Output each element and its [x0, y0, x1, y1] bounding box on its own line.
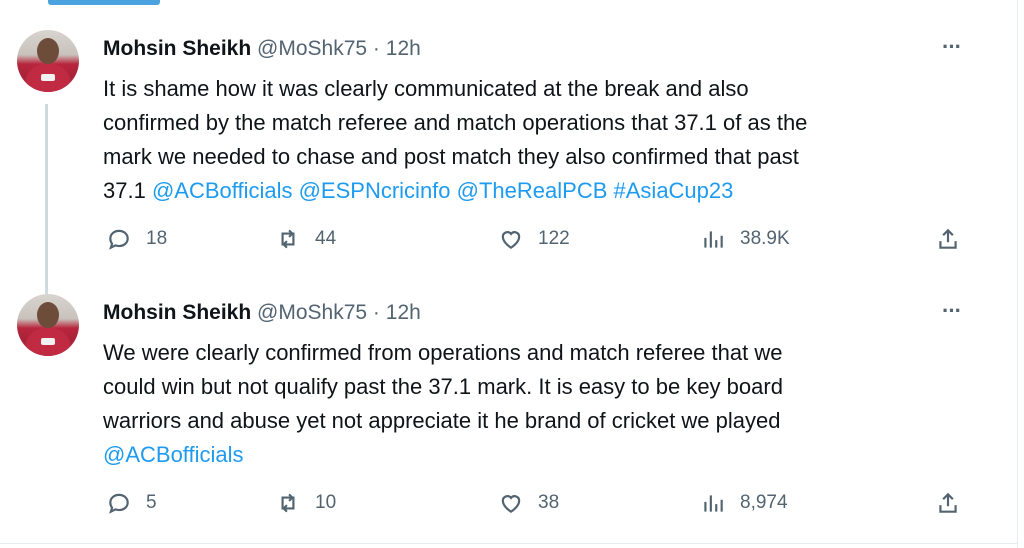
- reply-count: 5: [146, 492, 157, 513]
- views-count: 8,974: [740, 492, 788, 513]
- reply-count: 18: [146, 228, 168, 249]
- mention-link[interactable]: @ACBofficials: [103, 442, 244, 467]
- views-button[interactable]: 8,974: [700, 490, 788, 516]
- retweet-icon: [281, 493, 295, 513]
- more-icon[interactable]: ···: [942, 36, 962, 58]
- tweet-text-line: It is shame how it was clearly communica…: [103, 76, 749, 101]
- mention-link[interactable]: @TheRealPCB: [457, 178, 608, 203]
- tweet-text: It is shame how it was clearly communica…: [103, 72, 963, 208]
- top-accent-bar: [48, 0, 160, 5]
- tweet-actions: 18 44 122 38.9K: [100, 226, 970, 256]
- views-icon: [704, 231, 723, 248]
- author-handle[interactable]: @MoShk75: [257, 301, 367, 324]
- views-icon: [704, 495, 723, 512]
- bottom-border: [0, 543, 1018, 544]
- like-button[interactable]: 38: [498, 490, 559, 516]
- share-icon: [939, 228, 957, 249]
- timestamp[interactable]: 12h: [386, 37, 421, 60]
- tweet-text-line: confirmed by the match referee and match…: [103, 110, 808, 135]
- timestamp[interactable]: 12h: [386, 301, 421, 324]
- heart-icon: [501, 231, 521, 249]
- views-count: 38.9K: [740, 228, 790, 249]
- tweet-text-line: @ACBofficials: [103, 438, 963, 472]
- tweet-text-line: warriors and abuse yet not appreciate it…: [103, 408, 781, 433]
- avatar-logo: [41, 74, 55, 81]
- thread-connector-line: [45, 104, 48, 294]
- heart-icon: [501, 495, 521, 513]
- mention-link[interactable]: @ACBofficials: [152, 178, 293, 203]
- hashtag-link[interactable]: #AsiaCup23: [614, 178, 734, 203]
- more-icon[interactable]: ···: [942, 300, 962, 322]
- reply-icon: [109, 229, 129, 250]
- retweet-count: 44: [315, 228, 337, 249]
- reply-icon: [109, 493, 129, 514]
- author-name[interactable]: Mohsin Sheikh: [103, 301, 251, 324]
- reply-button[interactable]: 5: [106, 490, 157, 516]
- tweet-text-line: could win but not qualify past the 37.1 …: [103, 374, 783, 399]
- views-button[interactable]: 38.9K: [700, 226, 790, 252]
- separator-dot: ·: [372, 301, 380, 324]
- tweet-text-line: 37.1 @ACBofficials @ESPNcricinfo @TheRea…: [103, 174, 963, 208]
- author-handle[interactable]: @MoShk75: [257, 37, 367, 60]
- separator-dot: ·: [372, 37, 380, 60]
- share-button[interactable]: [935, 226, 961, 252]
- tweet-text-line: We were clearly confirmed from operation…: [103, 340, 783, 365]
- avatar-logo: [41, 338, 55, 345]
- like-count: 122: [538, 228, 570, 249]
- retweet-icon: [281, 229, 295, 249]
- share-button[interactable]: [935, 490, 961, 516]
- like-count: 38: [538, 492, 560, 513]
- tweet-header: Mohsin Sheikh @MoShk75 · 12h: [103, 36, 421, 62]
- tweet-actions: 5 10 38 8,974: [100, 490, 970, 520]
- retweet-button[interactable]: 10: [275, 490, 336, 516]
- author-name[interactable]: Mohsin Sheikh: [103, 37, 251, 60]
- mention-link[interactable]: @ESPNcricinfo: [299, 178, 451, 203]
- share-icon: [939, 492, 957, 513]
- avatar[interactable]: [17, 30, 79, 92]
- tweet-text: We were clearly confirmed from operation…: [103, 336, 963, 472]
- tweet-text-line: mark we needed to chase and post match t…: [103, 144, 799, 169]
- tweet-header: Mohsin Sheikh @MoShk75 · 12h: [103, 300, 421, 326]
- retweet-count: 10: [315, 492, 337, 513]
- right-border: [1017, 0, 1018, 548]
- retweet-button[interactable]: 44: [275, 226, 336, 252]
- tweet-text-fragment: 37.1: [103, 178, 152, 203]
- like-button[interactable]: 122: [498, 226, 570, 252]
- avatar[interactable]: [17, 294, 79, 356]
- avatar-head: [37, 302, 59, 328]
- reply-button[interactable]: 18: [106, 226, 167, 252]
- avatar-head: [37, 38, 59, 64]
